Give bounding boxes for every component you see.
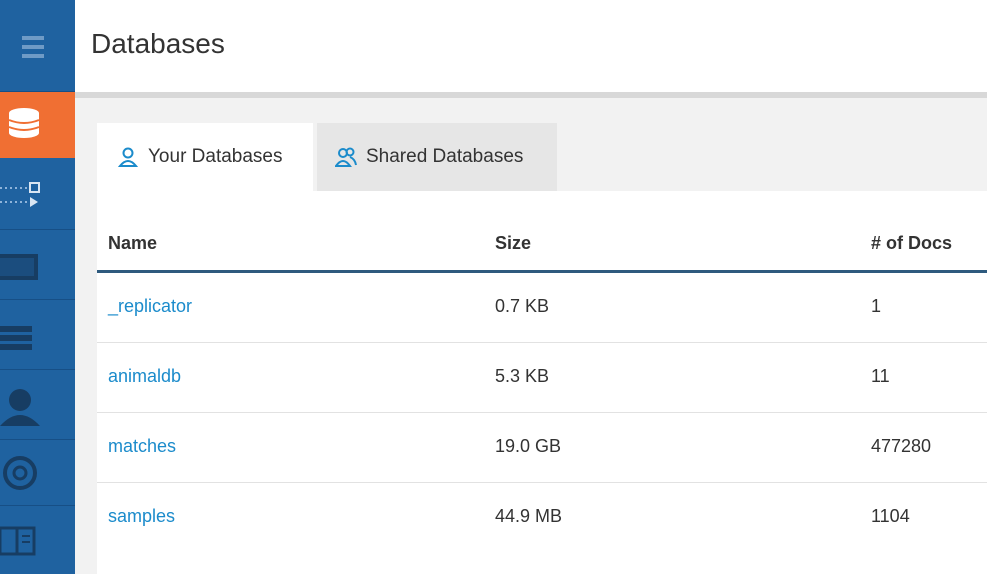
database-doc-count: 477280 xyxy=(871,436,932,456)
database-link[interactable]: samples xyxy=(108,506,175,527)
menu-icon xyxy=(22,36,44,58)
sidebar-item-replication[interactable] xyxy=(0,158,75,230)
tab-label: Shared Databases xyxy=(366,146,524,167)
user-icon xyxy=(117,147,139,167)
table-row: animaldb 5.3 KB 11 xyxy=(97,343,987,413)
page-header: Databases xyxy=(75,0,987,92)
tab-label: Your Databases xyxy=(148,146,283,167)
sidebar-item-docs[interactable] xyxy=(0,506,75,574)
lifebuoy-icon xyxy=(3,456,37,490)
sidebar-item-support[interactable] xyxy=(0,440,75,506)
monitor-icon xyxy=(0,254,38,280)
tab-shared-databases[interactable]: Shared Databases xyxy=(317,123,557,191)
database-size: 44.9 MB xyxy=(495,506,563,526)
sidebar-item-config[interactable] xyxy=(0,300,75,370)
replication-icon xyxy=(0,182,40,207)
database-doc-count: 1104 xyxy=(871,506,910,526)
column-header-size[interactable]: Size xyxy=(495,233,531,254)
main-content: Your Databases Shared Databases Name Siz… xyxy=(75,98,987,574)
table-row: matches 19.0 GB 477280 xyxy=(97,413,987,483)
database-icon xyxy=(8,108,40,138)
table-header-row: Name Size # of Docs xyxy=(97,191,987,273)
sidebar-item-databases[interactable] xyxy=(0,92,75,158)
database-size: 0.7 KB xyxy=(495,296,550,316)
menu-toggle[interactable] xyxy=(0,0,75,92)
sidebar-item-user[interactable] xyxy=(0,370,75,440)
database-size: 5.3 KB xyxy=(495,366,550,386)
database-link[interactable]: animaldb xyxy=(108,366,181,387)
sidebar xyxy=(0,0,75,574)
column-header-name[interactable]: Name xyxy=(108,233,157,254)
tab-your-databases[interactable]: Your Databases xyxy=(97,123,313,191)
user-icon xyxy=(0,389,40,426)
database-doc-count: 11 xyxy=(871,366,890,386)
page-title: Databases xyxy=(91,28,225,59)
sidebar-item-active-tasks[interactable] xyxy=(0,230,75,300)
database-link[interactable]: _replicator xyxy=(108,296,192,317)
databases-table: Name Size # of Docs _replicator 0.7 KB 1… xyxy=(97,191,987,574)
list-icon xyxy=(0,326,32,350)
database-size: 19.0 GB xyxy=(495,436,562,456)
users-icon xyxy=(335,147,357,167)
table-row: samples 44.9 MB 1104 xyxy=(97,483,987,553)
column-header-docs[interactable]: # of Docs xyxy=(871,233,952,254)
table-row: _replicator 0.7 KB 1 xyxy=(97,273,987,343)
database-link[interactable]: matches xyxy=(108,436,176,457)
database-doc-count: 1 xyxy=(871,296,882,316)
book-icon xyxy=(0,526,36,556)
